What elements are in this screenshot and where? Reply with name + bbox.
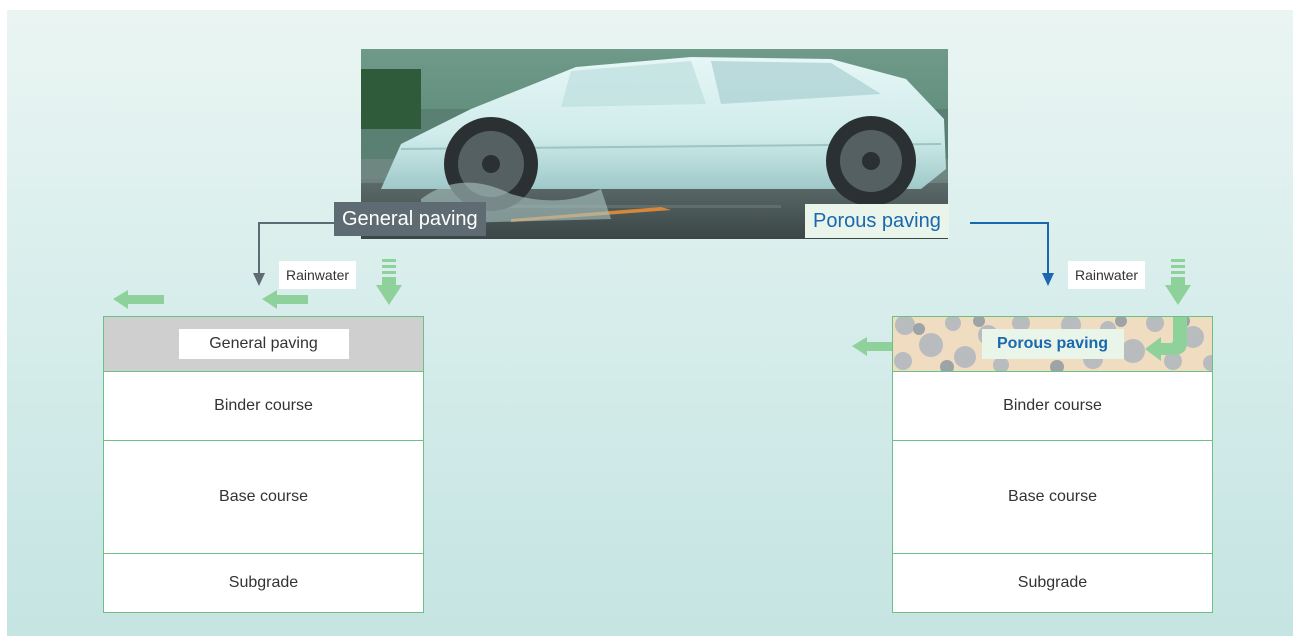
porous-paving-stack: Porous paving Binder course Base course … — [892, 316, 1213, 613]
subgrade-layer: Subgrade — [228, 574, 299, 591]
general-paving-layer: General paving — [104, 317, 423, 371]
general-paving-layer-label: General paving — [178, 329, 349, 359]
binder-course-layer: Binder course — [1003, 397, 1102, 414]
general-paving-tag: General paving — [334, 202, 486, 236]
infiltration-arrow — [1145, 317, 1187, 361]
general-paving-stack: General paving Binder course Base course… — [103, 316, 424, 613]
rainwater-label-general: Rainwater — [279, 261, 357, 289]
base-course-layer: Base course — [1008, 488, 1097, 505]
porous-paving-layer: Porous paving — [893, 317, 1212, 371]
base-course-layer: Base course — [219, 488, 308, 505]
porous-paving-tag: Porous paving — [805, 204, 949, 238]
rainwater-label-porous: Rainwater — [1068, 261, 1146, 289]
binder-course-layer: Binder course — [214, 397, 313, 414]
subgrade-layer: Subgrade — [1017, 574, 1088, 591]
